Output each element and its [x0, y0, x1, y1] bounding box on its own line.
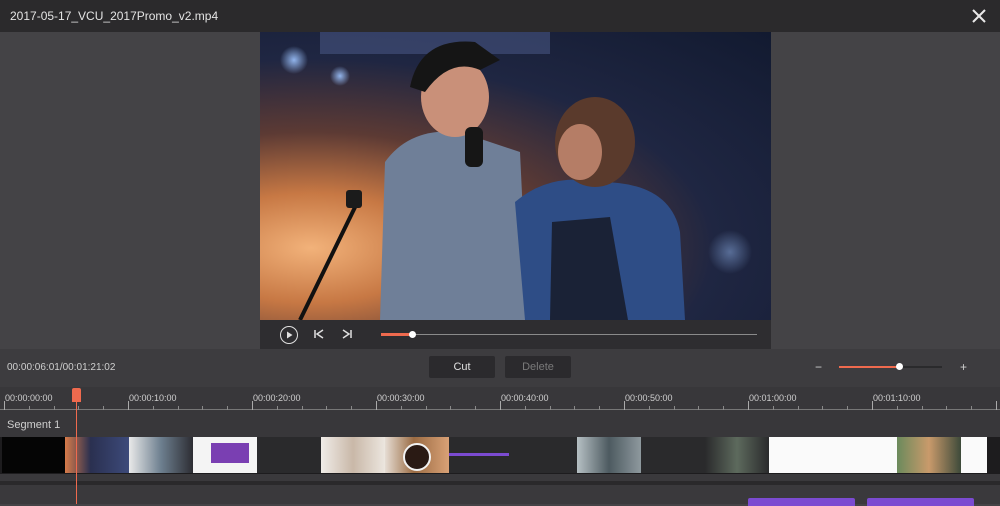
player-controls [260, 320, 771, 349]
ruler-tick [549, 406, 551, 410]
cut-button[interactable]: Cut [429, 356, 495, 378]
ruler-tick [28, 406, 30, 410]
ruler-tick [847, 406, 849, 410]
ruler-label: 00:00:20:00 [253, 393, 301, 403]
ruler-tick [698, 406, 700, 410]
clip-thumbnail [833, 437, 897, 473]
ruler-tick [152, 406, 154, 410]
timeline-scrollbar[interactable] [0, 481, 1000, 485]
ruler-label: 00:00:30:00 [377, 393, 425, 403]
play-button[interactable] [280, 326, 298, 344]
ruler-tick [475, 406, 477, 410]
skip-back-icon[interactable] [313, 328, 325, 340]
thumbnail-strip[interactable] [0, 437, 1000, 474]
ruler-tick [524, 406, 526, 410]
ruler-tick [103, 406, 105, 410]
ruler-tick [797, 406, 799, 410]
timeline-ruler[interactable]: 00:00:00:00 00:00:10:00 00:00:20:00 00:0… [0, 387, 1000, 413]
delete-button[interactable]: Delete [505, 356, 571, 378]
ruler-label: 00:01:10:00 [873, 393, 921, 403]
ruler-label: 00:01:00:00 [749, 393, 797, 403]
ruler-tick [822, 406, 824, 410]
ruler-tick [996, 401, 997, 410]
ruler-tick [971, 406, 973, 410]
zoom-slider-fill [839, 366, 899, 368]
ruler-tick [648, 406, 650, 410]
ruler-tick [351, 406, 353, 410]
clip-thumbnail [65, 437, 129, 473]
bottom-bar [0, 474, 1000, 506]
ruler-tick [425, 406, 427, 410]
clip-thumbnail [193, 437, 257, 473]
clip-thumbnail [641, 437, 705, 473]
ruler-tick [450, 406, 452, 410]
ruler-tick [500, 401, 501, 410]
ruler-tick [921, 406, 923, 410]
segment-label: Segment 1 [7, 419, 61, 431]
clip-thumbnail [449, 437, 513, 473]
ruler-tick [673, 406, 675, 410]
ruler-tick [946, 406, 948, 410]
playback-progress-knob[interactable] [409, 331, 417, 338]
ruler-tick [400, 406, 402, 410]
clip-thumbnail [385, 437, 449, 473]
clip-thumbnail [257, 437, 321, 473]
ruler-tick [748, 401, 749, 410]
clip-thumbnail [897, 437, 961, 473]
ruler-tick [78, 406, 80, 410]
clip-thumbnail [769, 437, 833, 473]
clip-thumbnail [705, 437, 769, 473]
clip-thumbnail [129, 437, 193, 473]
window-title: 2017-05-17_VCU_2017Promo_v2.mp4 [10, 9, 219, 23]
playback-progress-fill [381, 333, 413, 336]
zoom-slider-knob[interactable] [895, 363, 903, 370]
play-icon [287, 331, 293, 339]
timecode-display: 00:00:06:01/00:01:21:02 [7, 362, 116, 373]
ruler-tick [376, 401, 377, 410]
ruler-tick [574, 406, 576, 410]
zoom-slider-track[interactable] [839, 363, 942, 370]
ruler-tick [53, 406, 55, 410]
skip-forward-icon[interactable] [341, 328, 353, 340]
ruler-tick [301, 406, 303, 410]
ruler-tick [326, 406, 328, 410]
ruler-tick [227, 406, 229, 410]
clip-thumbnail [513, 437, 577, 473]
ruler-tick [177, 406, 179, 410]
ruler-tick [202, 406, 204, 410]
ruler-tick [599, 406, 601, 410]
video-preview [260, 32, 771, 320]
purple-action-button[interactable] [748, 498, 855, 506]
ruler-tick [772, 406, 774, 410]
clip-thumbnail [2, 437, 65, 473]
clip-thumbnail [577, 437, 641, 473]
ruler-label: 00:00:10:00 [129, 393, 177, 403]
ruler-tick [128, 401, 129, 410]
title-bar: 2017-05-17_VCU_2017Promo_v2.mp4 [0, 0, 1000, 32]
zoom-out-button[interactable]: − [815, 360, 822, 374]
close-icon[interactable] [968, 5, 990, 27]
ruler-tick [723, 406, 725, 410]
ruler-label: 00:00:50:00 [625, 393, 673, 403]
playback-progress-track[interactable] [381, 331, 757, 338]
zoom-in-button[interactable]: + [960, 360, 967, 374]
ruler-tick [872, 401, 873, 410]
segment-row: Segment 1 [0, 413, 1000, 437]
playhead[interactable] [76, 397, 77, 504]
purple-action-button[interactable] [867, 498, 974, 506]
clip-thumbnail [321, 437, 385, 473]
ruler-tick [252, 401, 253, 410]
ruler-tick [624, 401, 625, 410]
ruler-tick [276, 406, 278, 410]
ruler-label: 00:00:40:00 [501, 393, 549, 403]
ruler-tick [4, 401, 5, 410]
ruler-tick [896, 406, 898, 410]
ruler-label: 00:00:00:00 [5, 393, 53, 403]
edit-toolbar: 00:00:06:01/00:01:21:02 Cut Delete − + [0, 349, 1000, 387]
clip-thumbnail [961, 437, 987, 473]
